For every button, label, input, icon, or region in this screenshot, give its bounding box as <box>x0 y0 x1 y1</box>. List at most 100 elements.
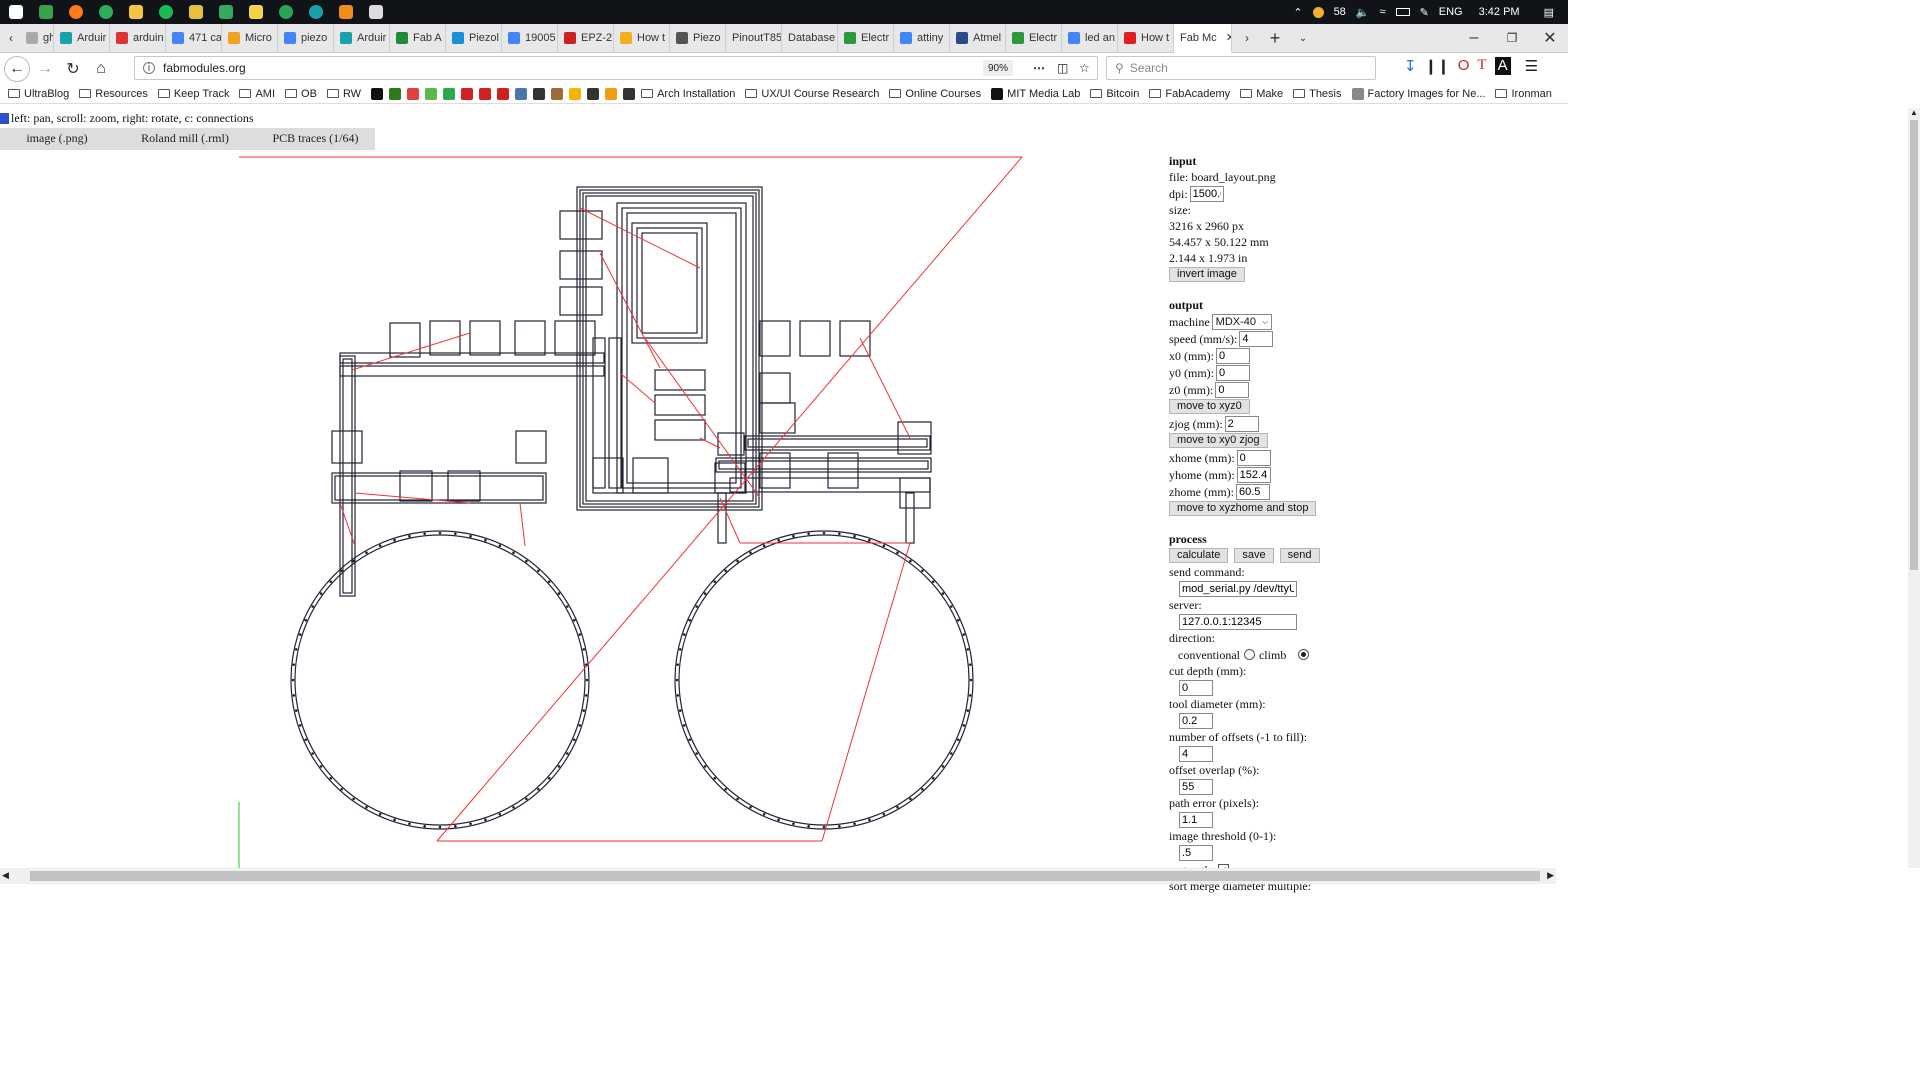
invert-image-button[interactable]: invert image <box>1169 267 1245 282</box>
pocket-icon[interactable]: ◫ <box>1057 61 1068 75</box>
bookmark-item[interactable]: Keep Track <box>157 88 229 100</box>
bookmark-item[interactable]: Make <box>1240 88 1283 100</box>
browser-tab[interactable]: Electr <box>838 23 894 53</box>
clock[interactable]: 3:42 PM <box>1479 6 1520 18</box>
overlap-field[interactable] <box>1179 778 1213 795</box>
close-window-button[interactable]: ✕ <box>1532 25 1568 51</box>
scroll-left-icon[interactable]: ◀ <box>2 870 9 881</box>
bookmark-item[interactable]: FabAcademy <box>1149 88 1230 100</box>
info-icon[interactable]: i <box>143 62 155 74</box>
search-input[interactable]: ⚲ Search <box>1106 56 1376 80</box>
zhome-field[interactable] <box>1235 483 1270 500</box>
bookmark-item[interactable] <box>533 87 546 100</box>
zoom-level-badge[interactable]: 90% <box>983 60 1013 76</box>
path-error-field[interactable] <box>1179 811 1213 828</box>
pen-icon[interactable]: ✎ <box>1420 6 1429 19</box>
move-to-xy0-zjog-button[interactable]: move to xy0 zjog <box>1169 433 1268 448</box>
y0-field[interactable] <box>1216 364 1250 381</box>
browser-tab[interactable]: Arduir <box>334 23 390 53</box>
scroll-right-icon[interactable]: ▶ <box>1547 870 1554 881</box>
move-to-xyzhome-button[interactable]: move to xyzhome and stop <box>1169 501 1317 516</box>
move-to-xyz0-button[interactable]: move to xyz0 <box>1169 399 1250 414</box>
bookmark-item[interactable] <box>407 87 420 100</box>
browser-tab[interactable]: 471 ca <box>166 23 222 53</box>
browser-tab[interactable]: Micro <box>222 23 278 53</box>
machine-select[interactable]: MDX-40 ⌵ <box>1211 313 1273 330</box>
yhome-field[interactable] <box>1236 466 1271 483</box>
menu-hamburger-icon[interactable]: ☰ <box>1525 57 1538 75</box>
bookmark-item[interactable]: MIT Media Lab <box>991 87 1080 100</box>
bookmark-item[interactable]: Arch Installation <box>641 88 735 100</box>
weather-icon[interactable] <box>1312 6 1324 18</box>
game-icon[interactable] <box>364 0 388 24</box>
browser-tab[interactable]: Arduir <box>54 23 110 53</box>
browser-tab[interactable]: Electr <box>1006 23 1062 53</box>
bookmark-item[interactable] <box>587 87 600 100</box>
bookmark-item[interactable]: Resources <box>79 88 148 100</box>
server-field[interactable] <box>1179 613 1297 630</box>
new-tab-button[interactable]: + <box>1262 25 1288 51</box>
calculate-button[interactable]: calculate <box>1169 548 1229 563</box>
firefox-icon[interactable] <box>64 0 88 24</box>
language-indicator[interactable]: ENG <box>1439 6 1463 18</box>
notifications-icon[interactable]: ▤ <box>1544 6 1554 19</box>
bookmark-item[interactable]: AMI <box>239 88 275 100</box>
url-bar[interactable]: i fabmodules.org 90% ⋯ ◫ ☆ <box>134 56 1098 80</box>
offsets-field[interactable] <box>1179 745 1213 762</box>
toolpath-canvas[interactable] <box>0 108 1160 868</box>
bookmark-item[interactable] <box>569 87 582 100</box>
chevron-up-icon[interactable]: ⌃ <box>1293 6 1302 19</box>
browser-tab[interactable]: EPZ-2 <box>558 23 614 53</box>
browser-tab[interactable]: arduin <box>110 23 166 53</box>
xhome-field[interactable] <box>1236 449 1271 466</box>
horizontal-scrollbar[interactable]: ◀ ▶ <box>0 868 1556 884</box>
back-icon[interactable]: ← <box>4 55 30 82</box>
bookmark-item[interactable] <box>497 87 510 100</box>
spotify-icon[interactable] <box>154 0 178 24</box>
reload-icon[interactable]: ↻ <box>60 56 86 82</box>
bookmark-item[interactable]: RW <box>326 88 361 100</box>
bookmark-item[interactable]: UltraBlog <box>8 88 69 100</box>
dpi-field[interactable] <box>1189 185 1224 202</box>
cut-depth-field[interactable] <box>1179 679 1213 696</box>
browser-tab[interactable]: piezo <box>278 23 334 53</box>
browser-tab[interactable]: attiny <box>894 23 950 53</box>
tab-scroll-left-icon[interactable]: ‹ <box>2 25 20 51</box>
bookmark-item[interactable] <box>515 87 528 100</box>
bookmark-item[interactable]: Thesis <box>1293 88 1342 100</box>
library-icon[interactable]: ❙❙ <box>1425 57 1450 75</box>
browser-tab[interactable]: How t <box>614 23 670 53</box>
browser-tab[interactable]: PinoutT85 <box>726 23 782 53</box>
climb-radio[interactable] <box>1298 649 1310 660</box>
x0-field[interactable] <box>1216 347 1250 364</box>
browser-tab[interactable]: led an <box>1062 23 1118 53</box>
speed-field[interactable] <box>1239 330 1274 347</box>
save-button[interactable]: save <box>1234 548 1274 563</box>
send-command-field[interactable] <box>1179 580 1297 597</box>
app-icon-green[interactable] <box>34 0 58 24</box>
home-icon[interactable]: ⌂ <box>88 56 114 82</box>
bookmark-item[interactable] <box>479 87 492 100</box>
git-icon[interactable] <box>184 0 208 24</box>
folder-icon[interactable] <box>124 0 148 24</box>
arduino-icon[interactable] <box>304 0 328 24</box>
zjog-field[interactable] <box>1224 415 1259 432</box>
bookmark-item[interactable] <box>551 87 564 100</box>
bookmark-item[interactable]: UX/UI Course Research <box>745 88 879 100</box>
url-text[interactable]: fabmodules.org <box>163 61 246 75</box>
battery-icon[interactable] <box>1395 8 1410 16</box>
bookmark-item[interactable] <box>371 87 384 100</box>
wifi-icon[interactable]: ≈ <box>1380 6 1386 18</box>
windows-start-icon[interactable] <box>4 0 28 24</box>
browser-tab[interactable]: gh <box>20 23 54 53</box>
vertical-scrollbar[interactable]: ▲ <box>1908 108 1920 868</box>
browser-tab[interactable]: Database <box>782 23 838 53</box>
browser-tab[interactable]: Piezol <box>446 23 502 53</box>
volume-icon[interactable]: 🔈 <box>1356 6 1370 19</box>
conventional-radio[interactable] <box>1243 649 1255 660</box>
scroll-up-icon[interactable]: ▲ <box>1908 108 1920 120</box>
eagle-icon[interactable] <box>334 0 358 24</box>
close-tab-icon[interactable]: ✕ <box>1226 31 1231 44</box>
bookmark-item[interactable] <box>623 87 636 100</box>
extension-a-icon[interactable]: A <box>1494 57 1511 75</box>
